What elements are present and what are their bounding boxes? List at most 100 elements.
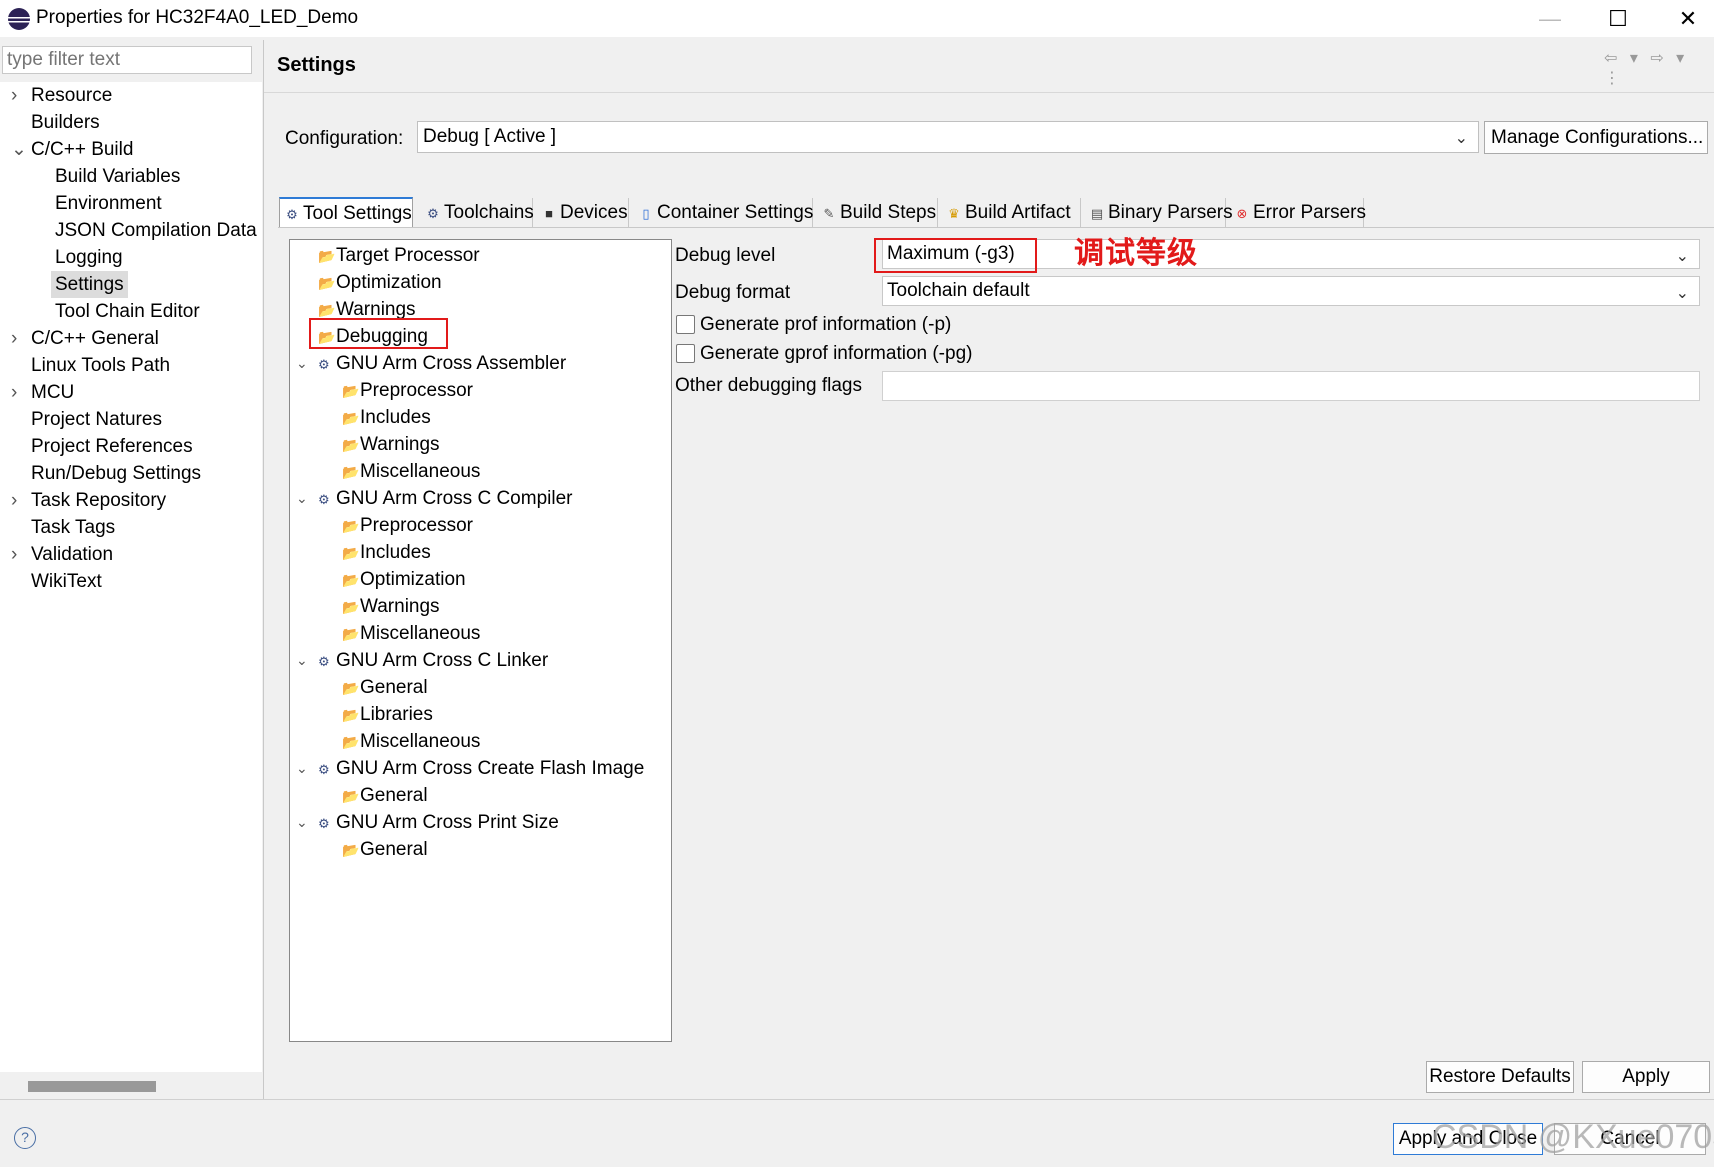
tool-tree-item[interactable]: 📂Miscellaneous: [342, 458, 480, 485]
tree-item-label: Project Natures: [31, 409, 162, 430]
tool-tree-item[interactable]: 📂Preprocessor: [342, 377, 473, 404]
tree-item-label: Settings: [55, 274, 124, 295]
tab-label: Build Steps: [840, 202, 937, 223]
tree-item[interactable]: Environment: [55, 190, 162, 217]
tool-tree-item[interactable]: 📂Preprocessor: [342, 512, 473, 539]
tree-item-label: MCU: [31, 382, 75, 403]
folder-icon: 📂: [318, 275, 336, 291]
tree-item[interactable]: WikiText: [31, 568, 102, 595]
tab-build-artifact[interactable]: ♛ Build Artifact: [942, 198, 1081, 228]
tree-item[interactable]: Linux Tools Path: [31, 352, 170, 379]
tab-tool-settings[interactable]: ⚙ Tool Settings: [279, 197, 413, 228]
tool-tree-item[interactable]: 📂Target Processor: [318, 242, 480, 269]
folder-icon: 📂: [342, 734, 360, 750]
tree-item[interactable]: Build Variables: [55, 163, 180, 190]
chevron-right-icon[interactable]: ›: [11, 325, 17, 352]
tree-item[interactable]: Run/Debug Settings: [31, 460, 201, 487]
gprof-checkbox[interactable]: [676, 344, 695, 363]
filter-input[interactable]: [3, 47, 251, 73]
tree-item[interactable]: Settings: [51, 271, 128, 298]
tool-tree-item[interactable]: 📂General: [342, 836, 428, 863]
minimize-button[interactable]: —: [1522, 0, 1578, 37]
binary-icon: ▤: [1090, 206, 1104, 221]
tool-tree-item-label: GNU Arm Cross Assembler: [336, 353, 567, 374]
other-flags-input[interactable]: [882, 371, 1700, 401]
tree-item[interactable]: Project Natures: [31, 406, 162, 433]
chevron-down-icon[interactable]: ⌄: [296, 809, 308, 836]
tree-item[interactable]: Task Repository: [31, 487, 166, 514]
watermark: CSDN @KXue0703: [1432, 1118, 1714, 1156]
tool-tree-item[interactable]: 📂Warnings: [342, 593, 440, 620]
configuration-select[interactable]: Debug [ Active ] ⌄: [417, 121, 1479, 153]
configuration-label: Configuration:: [285, 128, 404, 149]
tab-error-parsers[interactable]: ⊗ Error Parsers: [1230, 198, 1366, 228]
chevron-down-icon[interactable]: ⌄: [296, 755, 308, 782]
folder-icon: 📂: [342, 410, 360, 426]
chip-icon: ■: [545, 206, 553, 221]
tab-label: Tool Settings: [303, 203, 412, 224]
tool-tree-item[interactable]: 📂Miscellaneous: [342, 620, 480, 647]
chevron-down-icon[interactable]: ⌄: [11, 136, 27, 163]
divider: [0, 1099, 1714, 1100]
tab-label: Build Artifact: [965, 202, 1071, 223]
close-button[interactable]: ✕: [1660, 0, 1714, 37]
chevron-right-icon[interactable]: ›: [11, 82, 17, 109]
chevron-right-icon[interactable]: ›: [11, 487, 17, 514]
trophy-icon: ♛: [948, 206, 960, 221]
chevron-right-icon[interactable]: ›: [11, 379, 17, 406]
tool-tree-item[interactable]: 📂Includes: [342, 539, 431, 566]
tool-tree-item-label: Miscellaneous: [360, 461, 481, 482]
tree-item[interactable]: Validation: [31, 541, 113, 568]
apply-button[interactable]: Apply: [1582, 1061, 1710, 1093]
tool-tree-item[interactable]: 📂Optimization: [342, 566, 466, 593]
tree-item[interactable]: Task Tags: [31, 514, 115, 541]
tree-item-label: Validation: [31, 544, 114, 565]
tab-binary-parsers[interactable]: ▤ Binary Parsers: [1085, 198, 1233, 228]
tab-label: Binary Parsers: [1108, 202, 1233, 223]
tab-toolchains[interactable]: ⚙ Toolchains: [421, 198, 534, 228]
tree-item[interactable]: JSON Compilation Data: [55, 217, 257, 244]
tree-item-label: JSON Compilation Data: [55, 220, 257, 241]
tool-tree-item[interactable]: 📂Warnings: [342, 431, 440, 458]
scrollbar-thumb[interactable]: [28, 1081, 156, 1092]
tree-item[interactable]: Resource: [31, 82, 112, 109]
gear-icon: ⚙: [318, 357, 330, 372]
chevron-down-icon[interactable]: ⌄: [296, 485, 308, 512]
tool-tree-item[interactable]: ⚙ GNU Arm Cross Assembler: [318, 350, 566, 377]
debug-format-label: Debug format: [675, 282, 791, 303]
manage-configurations-button[interactable]: Manage Configurations...: [1484, 121, 1708, 154]
tool-tree-item[interactable]: 📂Miscellaneous: [342, 728, 480, 755]
debug-format-select[interactable]: Toolchain default ⌄: [882, 276, 1700, 306]
history-nav-icons[interactable]: ⇦ ▾ ⇨ ▾ ⋮: [1604, 48, 1714, 88]
prof-checkbox[interactable]: [676, 315, 695, 334]
tab-build-steps[interactable]: ✎ Build Steps: [817, 198, 938, 228]
tab-container-settings[interactable]: ▯ Container Settings: [634, 198, 813, 228]
help-icon[interactable]: ?: [14, 1127, 36, 1149]
tool-tree-item[interactable]: 📂Includes: [342, 404, 431, 431]
tool-tree-item[interactable]: 📂Optimization: [318, 269, 442, 296]
tree-item[interactable]: Tool Chain Editor: [55, 298, 200, 325]
chevron-down-icon[interactable]: ⌄: [296, 350, 308, 377]
tab-devices[interactable]: ■ Devices: [537, 198, 629, 228]
tree-item[interactable]: MCU: [31, 379, 74, 406]
tree-item[interactable]: Builders: [31, 109, 100, 136]
tool-tree-item[interactable]: 📂Libraries: [342, 701, 433, 728]
folder-icon: 📂: [342, 545, 360, 561]
tree-item[interactable]: Project References: [31, 433, 193, 460]
tree-item[interactable]: C/C++ Build: [31, 136, 133, 163]
restore-defaults-button[interactable]: Restore Defaults: [1426, 1061, 1574, 1093]
tool-tree-item[interactable]: ⚙ GNU Arm Cross C Compiler: [318, 485, 572, 512]
tool-tree-item[interactable]: 📂General: [342, 782, 428, 809]
tree-item[interactable]: C/C++ General: [31, 325, 159, 352]
maximize-button[interactable]: ☐: [1590, 0, 1646, 37]
tool-tree-item[interactable]: ⚙ GNU Arm Cross Print Size: [318, 809, 559, 836]
folder-icon: 📂: [342, 680, 360, 696]
tree-item-label: Tool Chain Editor: [55, 301, 200, 322]
tool-tree-item[interactable]: ⚙ GNU Arm Cross Create Flash Image: [318, 755, 644, 782]
tab-label: Devices: [560, 202, 628, 223]
chevron-down-icon[interactable]: ⌄: [296, 647, 308, 674]
tree-item[interactable]: Logging: [55, 244, 123, 271]
chevron-right-icon[interactable]: ›: [11, 541, 17, 568]
tool-tree-item[interactable]: 📂General: [342, 674, 428, 701]
tool-tree-item[interactable]: ⚙ GNU Arm Cross C Linker: [318, 647, 548, 674]
